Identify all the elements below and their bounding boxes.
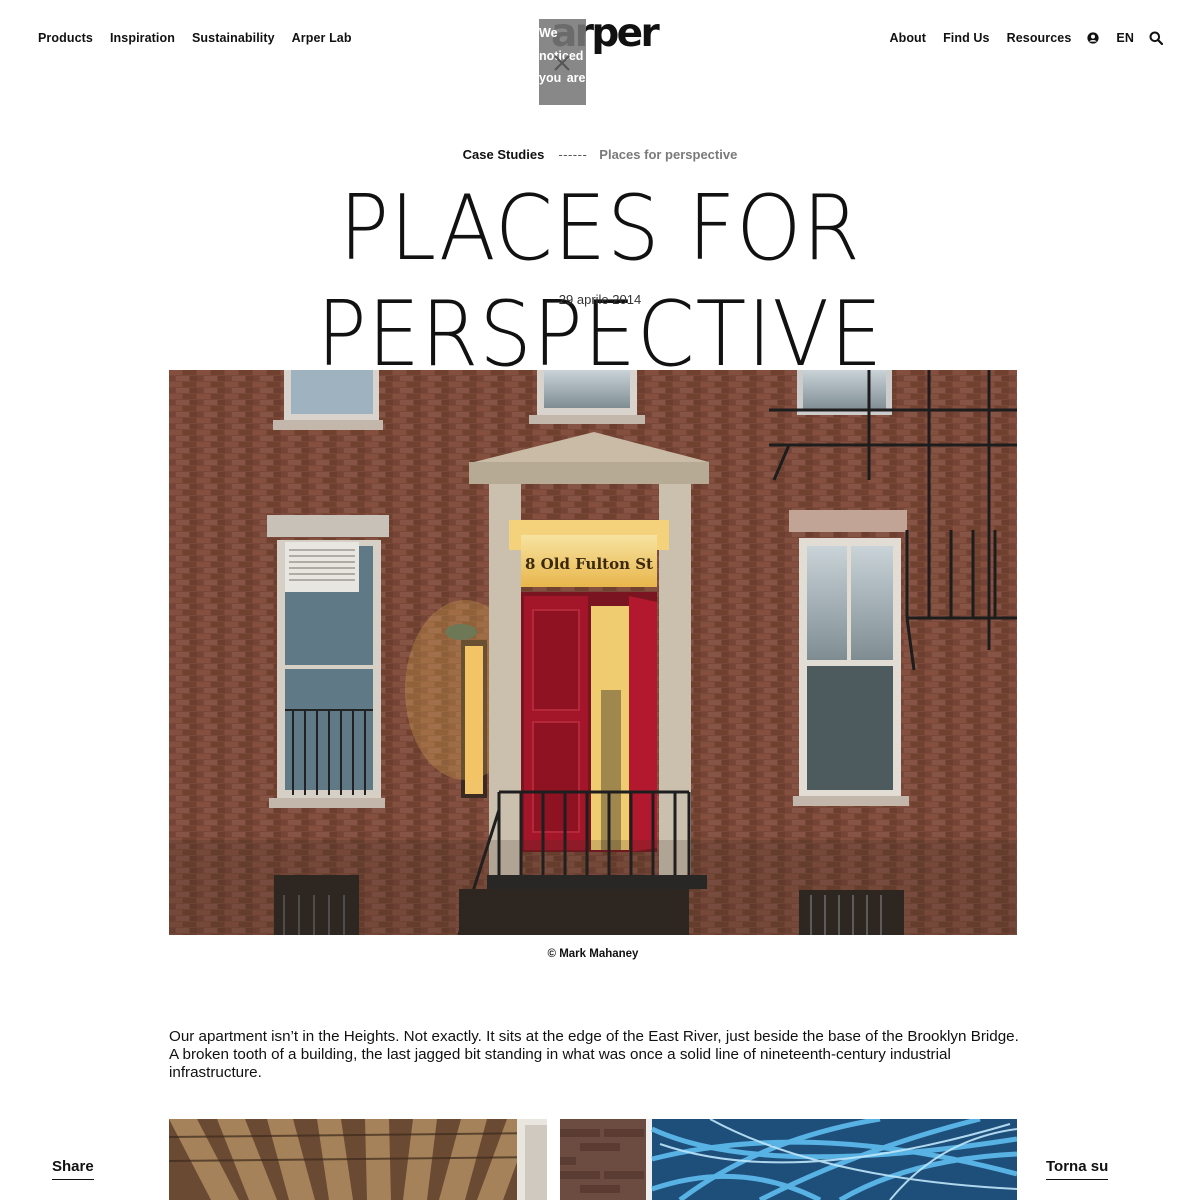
breadcrumb-separator: ------ xyxy=(558,147,588,162)
page-title: PLACES FOR PERSPECTIVE xyxy=(316,176,884,387)
address-sign: 8 Old Fulton St xyxy=(525,555,653,573)
primary-nav: Products Inspiration Sustainability Arpe… xyxy=(38,31,369,45)
nav-find-us[interactable]: Find Us xyxy=(943,31,990,45)
language-selector[interactable]: EN xyxy=(1116,31,1134,45)
back-to-top-link[interactable]: Torna su xyxy=(1046,1158,1109,1180)
photo-credit: © Mark Mahaney xyxy=(547,948,639,960)
nav-sustainability[interactable]: Sustainability xyxy=(192,31,275,45)
nav-about[interactable]: About xyxy=(889,31,926,45)
nav-arper-lab[interactable]: Arper Lab xyxy=(292,31,352,45)
gallery-image-installation xyxy=(560,1119,1017,1200)
secondary-nav: About Find Us Resources EN xyxy=(872,31,1163,45)
breadcrumb: Case Studies ------ Places for perspecti… xyxy=(0,147,1200,162)
nav-inspiration[interactable]: Inspiration xyxy=(110,31,175,45)
user-circle-icon[interactable] xyxy=(1087,32,1100,44)
nav-products[interactable]: Products xyxy=(38,31,93,45)
publish-date: 29 aprile 2014 xyxy=(558,292,642,307)
close-icon[interactable] xyxy=(552,53,572,73)
notice-popup: We noticed you are xyxy=(539,19,586,105)
article-paragraph: Our apartment isn’t in the Heights. Not … xyxy=(169,1028,1019,1081)
search-icon[interactable] xyxy=(1149,31,1163,45)
nav-resources[interactable]: Resources xyxy=(1007,31,1072,45)
gallery-image-beams xyxy=(169,1119,547,1200)
hero-image: 8 Old Fulton St xyxy=(169,370,1017,935)
breadcrumb-case-studies[interactable]: Case Studies xyxy=(463,147,545,162)
breadcrumb-current: Places for perspective xyxy=(599,147,738,162)
share-link[interactable]: Share xyxy=(52,1158,94,1180)
